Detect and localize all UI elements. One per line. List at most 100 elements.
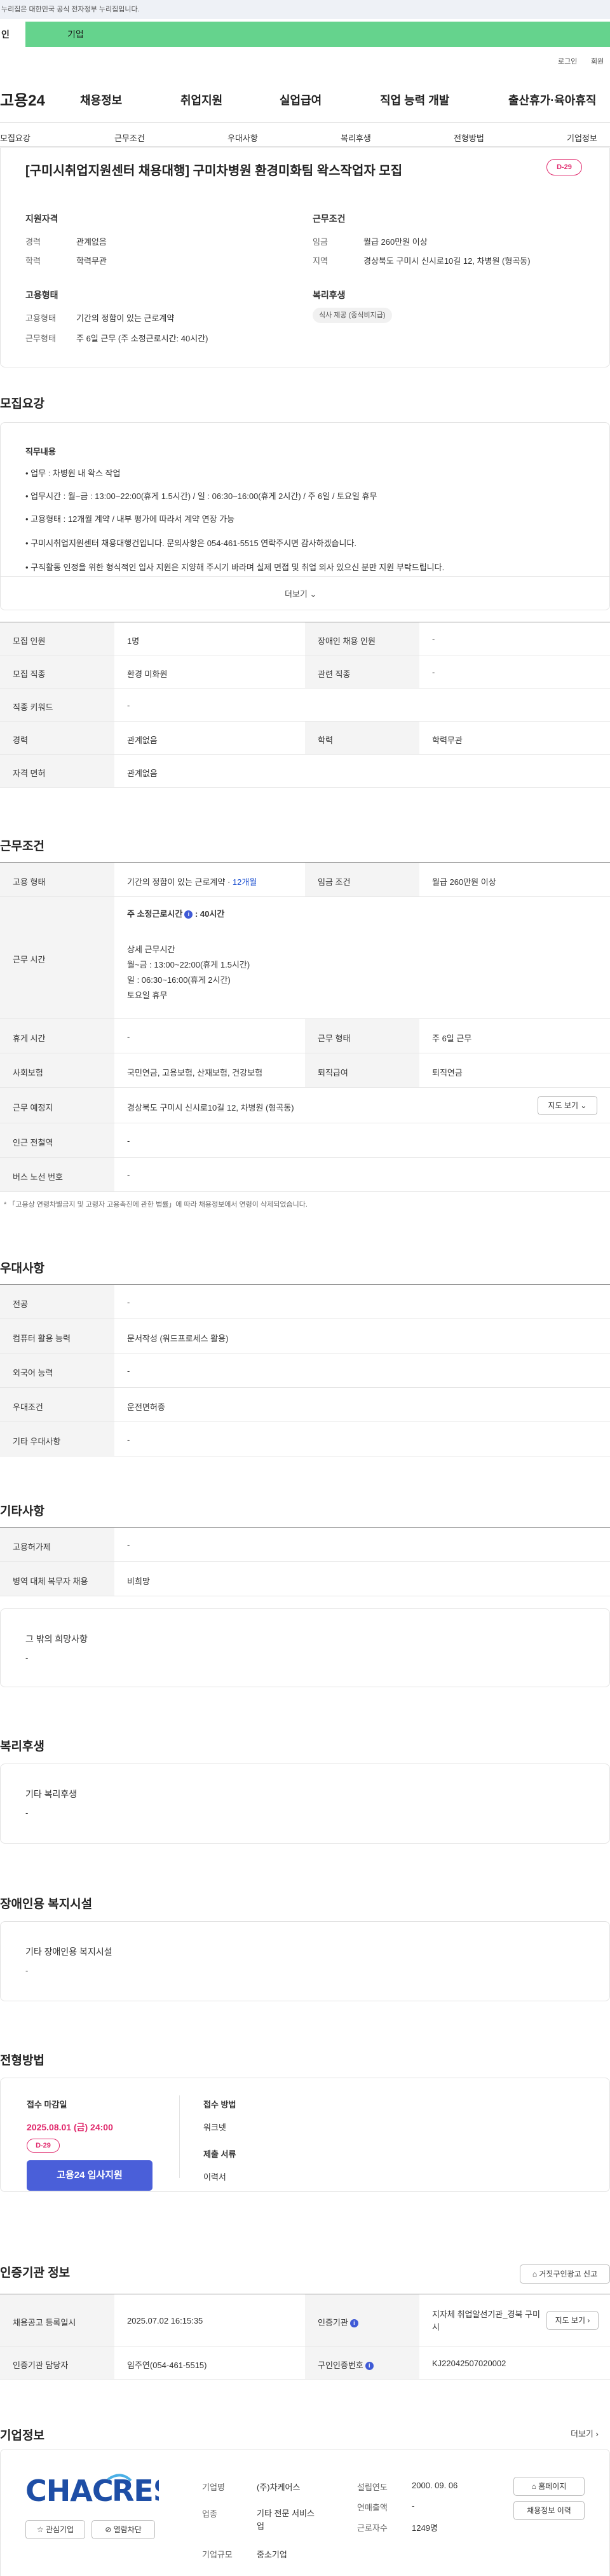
cell-value: - (127, 1540, 130, 1550)
disability-box-label: 기타 장애인용 복지시설 (25, 1947, 112, 1957)
section-cert-heading: 인증기관 정보 (0, 2266, 71, 2280)
subnav-conditions[interactable]: 근무조건 (114, 132, 145, 144)
cert-no-label: 구인인증번호 (318, 2360, 363, 2370)
cert-org-key: 인증기관 i (318, 2316, 358, 2328)
duty-line: • 업무시간 : 월~금 : 13:00~22:00(휴게 1.5시간) / 일… (25, 491, 377, 501)
cell-value: 지자체 취업알선기관_경북 구미시 (432, 2310, 540, 2332)
table-row: 고용허가제 - (0, 1528, 610, 1562)
site-logo[interactable]: 고용24 (0, 88, 45, 110)
tab-person[interactable]: 인 (0, 22, 25, 47)
login-link[interactable]: 로그인 (558, 56, 577, 66)
cell-key: 직종 키워드 (13, 702, 53, 712)
cell-value: 2025.07.02 16:15:35 (127, 2316, 203, 2326)
detail-hours-line: 토요일 휴무 (127, 990, 168, 1000)
cell-value: 운전면허증 (127, 1402, 165, 1412)
duty-line: • 업무 : 차병원 내 왁스 작업 (25, 469, 121, 478)
info-icon[interactable]: i (365, 2362, 374, 2370)
contract-period-link[interactable]: 12개월 (233, 877, 257, 887)
disability-box-value: - (25, 1966, 29, 1975)
cell-key: 학력 (318, 736, 333, 745)
cell-key: 모집 직종 (13, 669, 46, 679)
subnav-selection[interactable]: 전형방법 (454, 132, 484, 144)
conditions-label: 근무조건 (313, 214, 346, 224)
svg-text:CHAC: CHAC (25, 2474, 113, 2506)
wage-value: 월급 260만원 이상 (363, 237, 428, 247)
area-key: 지역 (313, 256, 328, 266)
block-company-button[interactable]: ⊘ 열람차단 (92, 2520, 155, 2539)
home-icon: ⌂ (531, 2482, 539, 2491)
cell-value: 비희망 (127, 1577, 150, 1586)
table-row: 인근 전철역 - (0, 1123, 610, 1158)
table-row: 모집 인원 1명 장애인 채용 인원 - (0, 622, 610, 655)
job-history-button[interactable]: 채용정보 이력 (513, 2501, 585, 2520)
employment-key: 고용형태 (25, 313, 56, 323)
area-value: 경상북도 구미시 신시로10길 12, 차병원 (형곡동) (363, 256, 531, 266)
cell-key: 인증기관 담당자 (13, 2360, 69, 2370)
cell-key: 사회보험 (13, 1068, 43, 1078)
section-work-heading: 근무조건 (0, 840, 44, 853)
weekly-hours-label: 주 소정근로시간 (127, 909, 183, 919)
other-wish-label: 그 밖의 희망사항 (25, 1634, 88, 1644)
company-name-key: 기업명 (202, 2483, 225, 2492)
company-size-key: 기업규모 (202, 2550, 233, 2559)
subnav-recruit[interactable]: 모집요강 (0, 132, 30, 144)
cell-value: 경상북도 구미시 신시로10길 12, 차병원 (형곡동) (127, 1103, 294, 1113)
subnav-company[interactable]: 기업정보 (567, 132, 597, 144)
block-label: 열람차단 (113, 2525, 142, 2534)
favorite-company-button[interactable]: ☆ 관심기업 (25, 2520, 85, 2539)
gnb-support[interactable]: 취업지원 (180, 92, 222, 108)
star-icon: ☆ (36, 2525, 46, 2534)
org-map-button[interactable]: 지도 보기 › (546, 2311, 599, 2330)
homepage-button[interactable]: ⌂ 홈페이지 (513, 2477, 585, 2496)
cell-value: - (127, 1435, 130, 1444)
sales-key: 연매출액 (357, 2503, 388, 2512)
cell-value: 주 6일 근무 (432, 1034, 472, 1043)
industry-key: 업종 (202, 2509, 217, 2519)
homepage-label: 홈페이지 (538, 2482, 567, 2491)
cell-key: 관련 직종 (318, 669, 351, 679)
org-map-label: 지도 보기 (555, 2316, 586, 2325)
table-row: 근무 예정지 경상북도 구미시 신시로10길 12, 차병원 (형곡동) 지도 보… (0, 1088, 610, 1123)
detail-hours-line: 일 : 06:30~16:00(휴게 2시간) (127, 975, 231, 985)
employees-value: 1249명 (412, 2523, 438, 2533)
subnav-preference[interactable]: 우대사항 (227, 132, 258, 144)
gnb-parental[interactable]: 출산휴가·육아휴직 (508, 92, 596, 108)
apply-button[interactable]: 고용24 입사지원 (27, 2160, 152, 2191)
section-company-heading: 기업정보 (0, 2429, 44, 2442)
table-row: 우대조건 운전면허증 (0, 1388, 610, 1422)
worktype-value: 주 6일 근무 (주 소정근로시간: 40시간) (76, 334, 208, 343)
gnb-jobs[interactable]: 채용정보 (80, 92, 122, 108)
info-icon[interactable]: i (184, 910, 193, 919)
more-button[interactable]: 더보기 ⌄ (285, 587, 316, 599)
welfare-label: 복리후생 (313, 290, 346, 300)
gnb-training[interactable]: 직업 능력 개발 (380, 92, 449, 108)
company-more-link[interactable]: 더보기 › (571, 2427, 599, 2439)
cell-value: - (127, 1032, 130, 1041)
cell-key: 장애인 채용 인원 (318, 636, 376, 646)
cell-key: 경력 (13, 736, 28, 745)
disability-box (0, 1921, 610, 2001)
cell-key: 인근 전철역 (13, 1138, 53, 1148)
subnav-welfare[interactable]: 복리후생 (341, 132, 371, 144)
cell-value: 임주연(054-461-5515) (127, 2360, 207, 2370)
table-row: 인증기관 담당자 임주연(054-461-5515) 구인인증번호 i KJ2204… (0, 2346, 610, 2380)
method-label: 접수 방법 (203, 2100, 236, 2109)
join-link[interactable]: 회원 (591, 56, 604, 66)
employees-key: 근로자수 (357, 2523, 388, 2533)
table-row: 병역 대체 복무자 채용 비희망 (0, 1562, 610, 1596)
section-apply-heading: 전형방법 (0, 2054, 44, 2067)
qualification-label: 지원자격 (25, 214, 58, 224)
table-row: 고용 형태 기간의 정함이 있는 근로계약 · 12개월 임금 조건 월급 26… (0, 863, 610, 897)
tab-business[interactable]: 기업 (25, 22, 610, 47)
cell-key: 버스 노선 번호 (13, 1172, 63, 1182)
report-fake-ad-button[interactable]: ⌂ 거짓구인광고 신고 (520, 2264, 610, 2284)
apply-dday-badge: D-29 (27, 2139, 60, 2153)
divider (1, 576, 609, 577)
company-logo: CHAC RES (25, 2474, 159, 2506)
info-icon[interactable]: i (349, 2319, 358, 2327)
cell-key: 컴퓨터 활용 능력 (13, 1334, 71, 1343)
table-row: 근무 시간 주 소정근로시간 i : 40시간 상세 근무시간 월~금 : 13:… (0, 897, 610, 1019)
cell-value: 퇴직연금 (432, 1068, 463, 1078)
map-view-button[interactable]: 지도 보기 ⌄ (538, 1096, 597, 1115)
gnb-benefit[interactable]: 실업급여 (280, 92, 322, 108)
